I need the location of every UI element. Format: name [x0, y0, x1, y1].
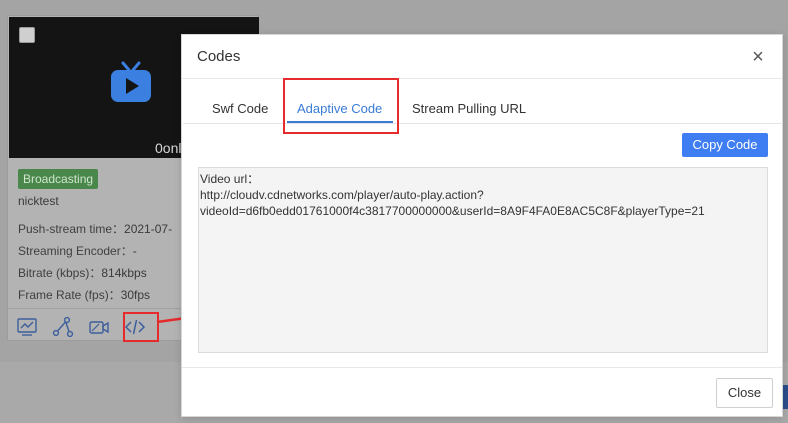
share-icon[interactable]: [52, 316, 74, 338]
modal-footer-divider: [182, 367, 782, 368]
push-stream-time-row: Push-stream time：2021-07-: [18, 220, 172, 237]
camera-icon[interactable]: [88, 316, 110, 338]
code-line: http://cloudv.cdnetworks.com/player/auto…: [200, 188, 484, 202]
status-badge: Broadcasting: [18, 169, 99, 189]
framerate-value: 30fps: [120, 288, 151, 302]
encoder-value: -: [132, 244, 137, 258]
codes-modal: Codes × Swf Code Adaptive Code Stream Pu…: [181, 34, 783, 417]
background-page-button: [783, 385, 788, 409]
bitrate-value: 814kbps: [101, 266, 147, 280]
bitrate-row: Bitrate (kbps)：814kbps: [18, 264, 147, 281]
framerate-row: Frame Rate (fps)：30fps: [18, 286, 150, 303]
code-textarea[interactable]: Video url： http://cloudv.cdnetworks.com/…: [198, 167, 768, 353]
code-line: videoId=d6fb0edd01761000f4c3817700000000…: [200, 204, 705, 218]
tab-highlight: [283, 78, 399, 134]
tv-icon: [111, 61, 151, 102]
code-icon-highlight: [123, 312, 159, 342]
push-stream-time-value: 2021-07-: [124, 222, 173, 236]
modal-header: Codes ×: [182, 35, 782, 79]
select-checkbox[interactable]: [19, 27, 35, 43]
tab-stream-pulling-url[interactable]: Stream Pulling URL: [412, 101, 526, 116]
framerate-label: Frame Rate (fps)：: [18, 288, 121, 302]
copy-code-button[interactable]: Copy Code: [682, 133, 768, 157]
encoder-row: Streaming Encoder：-: [18, 242, 137, 259]
code-line: Video url：: [200, 172, 260, 186]
bitrate-label: Bitrate (kbps)：: [18, 266, 102, 280]
close-icon[interactable]: ×: [749, 47, 767, 67]
monitor-icon[interactable]: [16, 316, 38, 338]
stream-name: nicktest: [18, 194, 59, 208]
push-stream-time-label: Push-stream time：: [18, 222, 125, 236]
modal-title: Codes: [197, 48, 241, 65]
encoder-label: Streaming Encoder：: [18, 244, 133, 258]
tab-swf-code[interactable]: Swf Code: [212, 101, 268, 116]
close-button[interactable]: Close: [716, 378, 773, 408]
tab-bar: Swf Code Adaptive Code Stream Pulling UR…: [183, 80, 783, 124]
